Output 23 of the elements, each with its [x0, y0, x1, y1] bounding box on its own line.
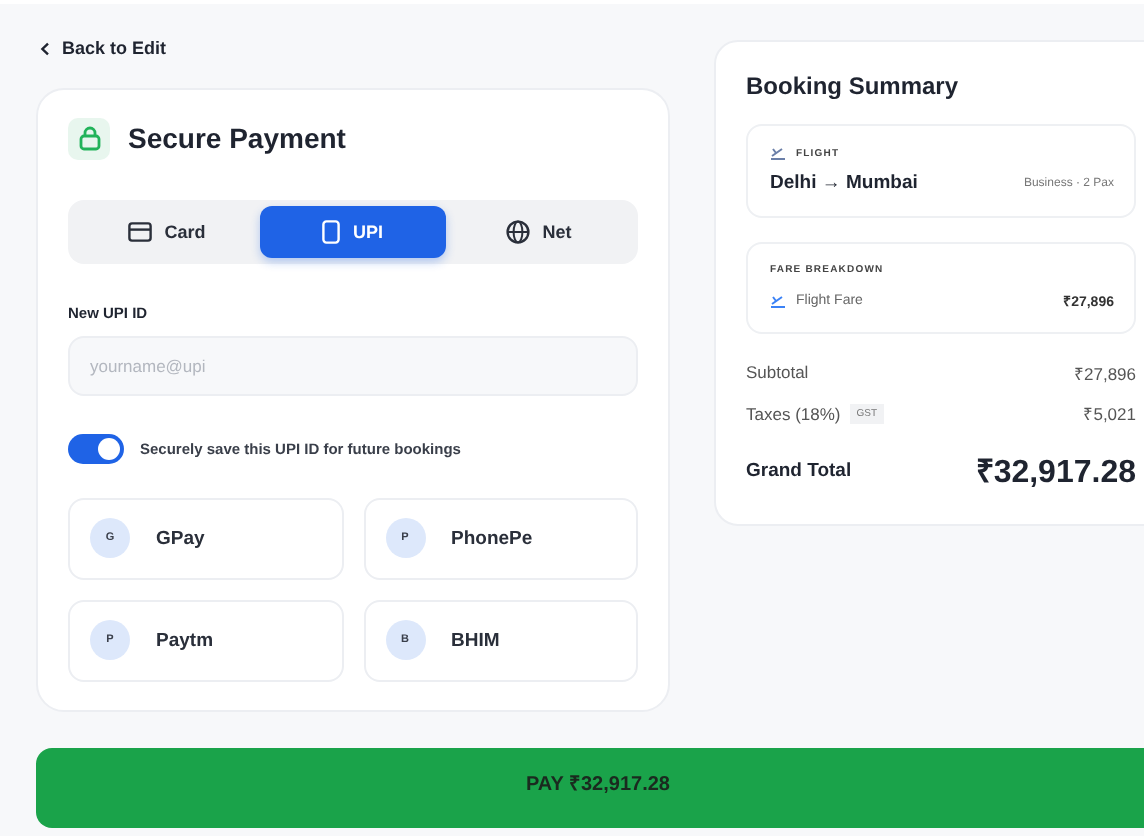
card-icon	[128, 221, 153, 241]
back-link[interactable]: Back to Edit	[40, 38, 167, 58]
payment-tab[interactable]: Card	[74, 205, 260, 257]
phone-icon	[322, 219, 341, 243]
upi-id-field[interactable]: yourname@upi	[68, 335, 638, 395]
flight-route: Delhi → Mumbai	[770, 172, 918, 194]
summary-title: Booking Summary	[746, 72, 961, 100]
taxes-label: Taxes (18%)	[746, 403, 841, 423]
plane-icon	[770, 294, 786, 308]
grand-total-label: Grand Total	[746, 459, 852, 481]
subtotal-label: Subtotal	[746, 362, 809, 384]
chevron-left-icon	[40, 41, 50, 55]
card-title: Secure Payment	[128, 122, 346, 154]
taxes-value: ₹5,021	[1083, 402, 1136, 424]
lock-icon	[68, 117, 110, 159]
pay-button[interactable]: PAY ₹32,917.28	[36, 747, 1144, 827]
subtotal-value: ₹27,896	[1074, 362, 1136, 384]
payment-tab[interactable]: UPI	[260, 205, 446, 257]
payment-tab[interactable]: Net	[446, 205, 632, 257]
plane-icon	[770, 146, 786, 160]
grand-total-value: ₹32,917.28	[975, 454, 1136, 492]
globe-icon	[506, 219, 531, 243]
toggle-switch[interactable]	[68, 433, 124, 463]
